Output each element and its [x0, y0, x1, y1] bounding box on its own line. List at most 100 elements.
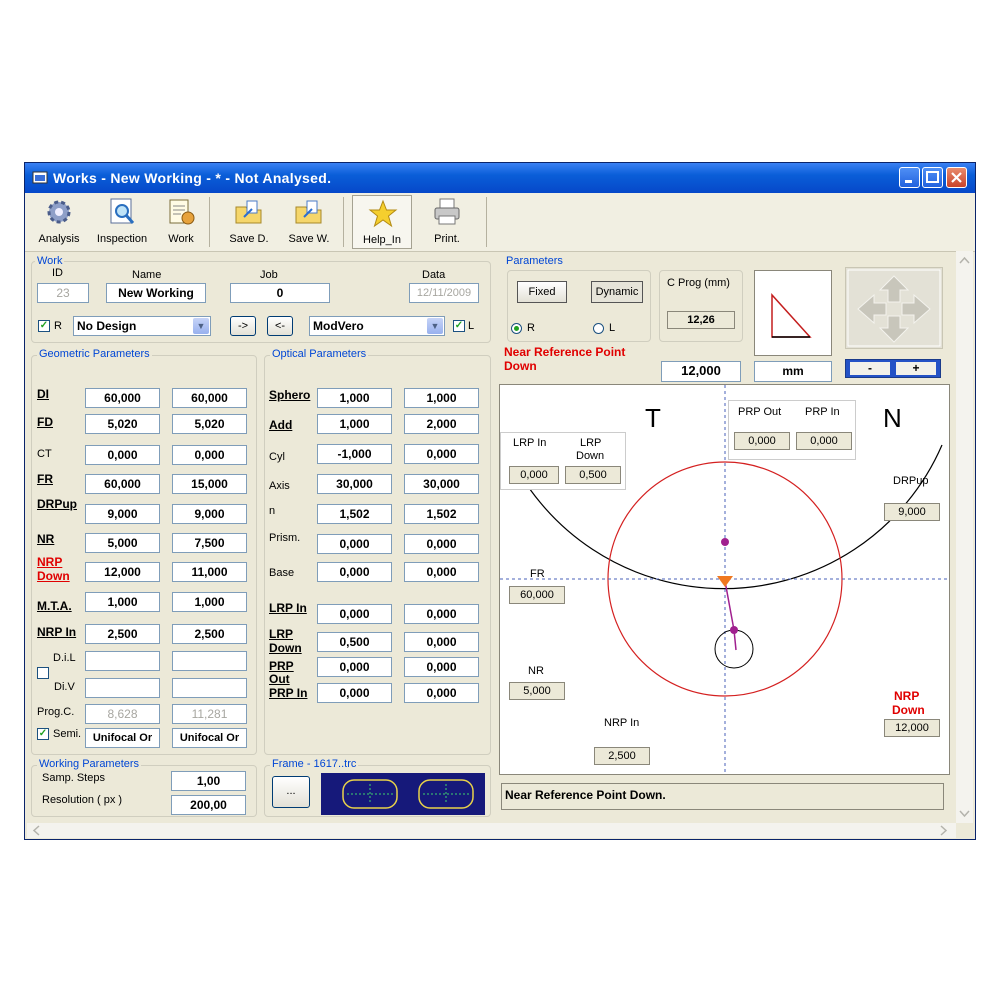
prp-in-r-field[interactable]: 0,000: [317, 683, 392, 703]
save-d-button[interactable]: Save D.: [225, 197, 273, 247]
mta-l-field[interactable]: 1,000: [172, 592, 247, 612]
arrow-down-icon[interactable]: [878, 315, 910, 343]
drpup-l-field[interactable]: 9,000: [172, 504, 247, 524]
base-l-field[interactable]: 0,000: [404, 562, 479, 582]
arrow-right-icon[interactable]: [901, 293, 931, 325]
title-bar[interactable]: Works - New Working - * - Not Analysed.: [25, 163, 975, 193]
di-r-field[interactable]: 60,000: [85, 388, 160, 408]
copy-left-button[interactable]: <-: [267, 316, 293, 336]
job-field[interactable]: 0: [230, 283, 330, 303]
axis-r-field[interactable]: 30,000: [317, 474, 392, 494]
lens-canvas[interactable]: T N PRP Out PRP In 0,000 0,000 LRP In LR…: [499, 384, 950, 775]
nrp-down-l-field[interactable]: 11,000: [172, 562, 247, 582]
scroll-left-icon[interactable]: [32, 825, 40, 836]
progc-l-field[interactable]: 11,281: [172, 704, 247, 724]
nrp-in-l-field[interactable]: 2,500: [172, 624, 247, 644]
prism-l-field[interactable]: 0,000: [404, 534, 479, 554]
fd-r-field[interactable]: 5,020: [85, 414, 160, 434]
lrp-down-l-field[interactable]: 0,000: [404, 632, 479, 652]
fr-r-field[interactable]: 60,000: [85, 474, 160, 494]
nrp-in-r-field[interactable]: 2,500: [85, 624, 160, 644]
resolution-field[interactable]: 200,00: [171, 795, 246, 815]
dynamic-button[interactable]: Dynamic: [591, 281, 643, 303]
model-select[interactable]: ModVero ▼: [309, 316, 445, 336]
save-w-button[interactable]: Save W.: [285, 197, 333, 247]
id-field[interactable]: 23: [37, 283, 89, 303]
date-field[interactable]: 12/11/2009: [409, 283, 479, 303]
cyl-r-field[interactable]: -1,000: [317, 444, 392, 464]
lrp-in-r-field[interactable]: 0,000: [317, 604, 392, 624]
sphero-r-field[interactable]: 1,000: [317, 388, 392, 408]
nrp-in-label: NRP In: [37, 625, 77, 639]
decrement-button[interactable]: -: [850, 362, 890, 375]
close-button[interactable]: [946, 167, 967, 188]
minimize-button[interactable]: [899, 167, 920, 188]
help-in-button[interactable]: Help_In: [352, 195, 412, 249]
work-button[interactable]: Work: [161, 197, 201, 247]
sphero-l-field[interactable]: 1,000: [404, 388, 479, 408]
nr-label: NR: [37, 532, 55, 546]
ct-r-field[interactable]: 0,000: [85, 445, 160, 465]
semi-checkbox[interactable]: ✓: [37, 728, 49, 740]
n-r-field[interactable]: 1,502: [317, 504, 392, 524]
frame-browse-button[interactable]: ...: [272, 776, 310, 808]
arrow-left-icon[interactable]: [857, 293, 887, 325]
r-checkbox[interactable]: ✓: [38, 320, 50, 332]
n-label: n: [269, 505, 276, 517]
scroll-right-icon[interactable]: [940, 825, 948, 836]
add-l-field[interactable]: 2,000: [404, 414, 479, 434]
div-l-field[interactable]: [172, 678, 247, 698]
horizontal-scrollbar-arrows: [32, 825, 948, 836]
analysis-button[interactable]: Analysis: [35, 197, 83, 247]
nrp-down-canvas-label: NRP: [894, 689, 920, 703]
arrow-up-icon[interactable]: [878, 275, 910, 303]
prp-out-l-field[interactable]: 0,000: [404, 657, 479, 677]
prism-r-field[interactable]: 0,000: [317, 534, 392, 554]
toolbar: Analysis Inspection Work Save D. Save W.…: [25, 193, 975, 252]
design-select[interactable]: No Design ▼: [73, 316, 211, 336]
fd-l-field[interactable]: 5,020: [172, 414, 247, 434]
cyl-l-field[interactable]: 0,000: [404, 444, 479, 464]
lrp-in-l-field[interactable]: 0,000: [404, 604, 479, 624]
div-r-field[interactable]: [85, 678, 160, 698]
progc-r-field[interactable]: 8,628: [85, 704, 160, 724]
inspection-button[interactable]: Inspection: [91, 197, 153, 247]
prp-in-l-field[interactable]: 0,000: [404, 683, 479, 703]
print-button[interactable]: Print.: [425, 197, 469, 247]
di-l-field[interactable]: 60,000: [172, 388, 247, 408]
lrp-down-r-field[interactable]: 0,500: [317, 632, 392, 652]
base-r-field[interactable]: 0,000: [317, 562, 392, 582]
dil-l-field[interactable]: [172, 651, 247, 671]
semi-r-field[interactable]: Unifocal Or: [85, 728, 160, 748]
mta-r-field[interactable]: 1,000: [85, 592, 160, 612]
nr-l-field[interactable]: 7,500: [172, 533, 247, 553]
ct-l-field[interactable]: 0,000: [172, 445, 247, 465]
printer-icon: [434, 198, 460, 225]
semi-l-field[interactable]: Unifocal Or: [172, 728, 247, 748]
fixed-button[interactable]: Fixed: [517, 281, 567, 303]
scroll-up-icon[interactable]: [959, 256, 970, 264]
parameter-value-field[interactable]: 12,000: [661, 361, 741, 382]
increment-button[interactable]: +: [896, 362, 936, 375]
scroll-down-icon[interactable]: [959, 810, 970, 818]
nrp-down-r-field[interactable]: 12,000: [85, 562, 160, 582]
axis-l-field[interactable]: 30,000: [404, 474, 479, 494]
di-checkbox[interactable]: [37, 667, 49, 679]
prp-out-r-field[interactable]: 0,000: [317, 657, 392, 677]
add-r-field[interactable]: 1,000: [317, 414, 392, 434]
l-radio[interactable]: [593, 323, 604, 334]
horizontal-scrollbar[interactable]: [27, 823, 956, 838]
n-l-field[interactable]: 1,502: [404, 504, 479, 524]
works-window: Works - New Working - * - Not Analysed. …: [24, 162, 976, 840]
fr-l-field[interactable]: 15,000: [172, 474, 247, 494]
vertical-scrollbar[interactable]: [956, 251, 973, 823]
dil-r-field[interactable]: [85, 651, 160, 671]
l-checkbox[interactable]: ✓: [453, 320, 465, 332]
drpup-r-field[interactable]: 9,000: [85, 504, 160, 524]
r-radio[interactable]: [511, 323, 522, 334]
nr-r-field[interactable]: 5,000: [85, 533, 160, 553]
samp-steps-field[interactable]: 1,00: [171, 771, 246, 791]
copy-right-button[interactable]: ->: [230, 316, 256, 336]
name-field[interactable]: New Working: [106, 283, 206, 303]
maximize-button[interactable]: [922, 167, 943, 188]
